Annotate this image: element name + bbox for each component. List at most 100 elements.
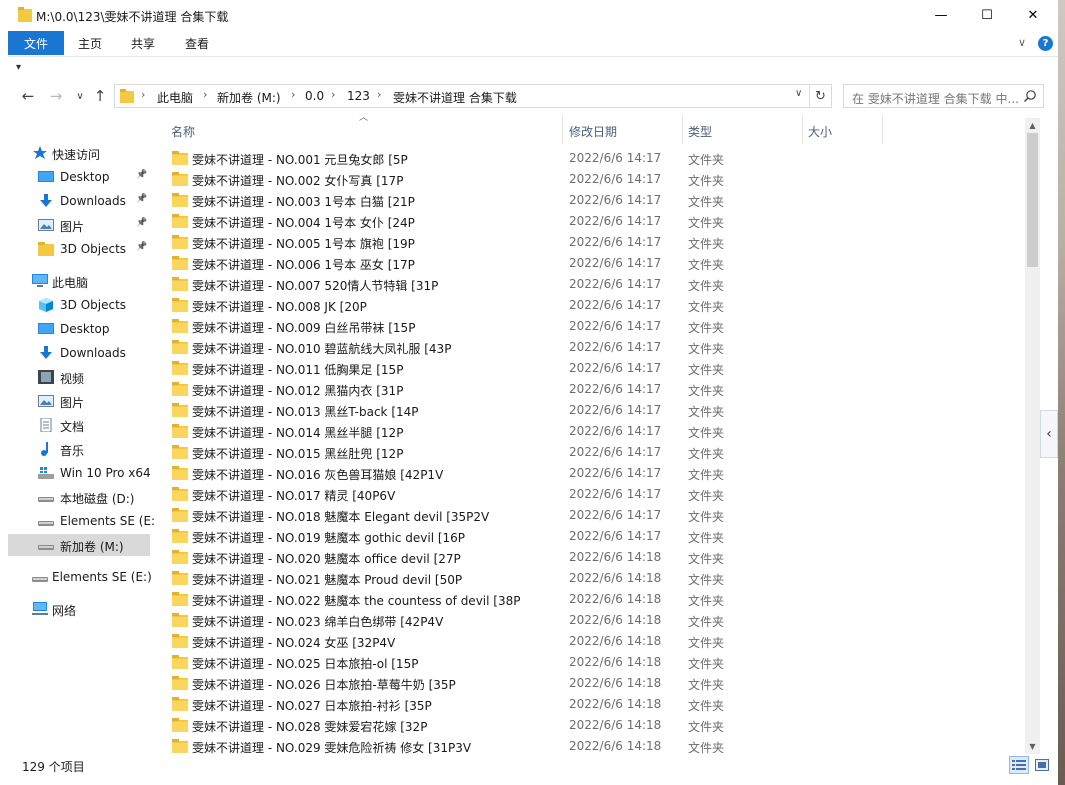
forward-button[interactable]: → (46, 86, 66, 106)
file-row[interactable]: 雯妹不讲道理 - NO.025 日本旅拍-ol [15P 2022/6/6 14:… (170, 652, 980, 673)
sidebar-item[interactable]: 视频 (8, 366, 150, 388)
breadcrumb-folder-123[interactable]: 123 (347, 89, 370, 103)
file-row[interactable]: 雯妹不讲道理 - NO.022 魅魔本 the countess of devi… (170, 589, 980, 610)
sidebar-item[interactable]: Downloads 📌 (8, 190, 150, 212)
file-row[interactable]: 雯妹不讲道理 - NO.008 JK [20P 2022/6/6 14:17 文件夹 (170, 295, 980, 316)
file-list[interactable]: ︿ 名称 修改日期 类型 大小 雯妹不讲道理 - NO.001 元旦兔女郎 [5… (156, 110, 1026, 754)
column-header-name[interactable]: 名称 (171, 118, 195, 144)
file-row[interactable]: 雯妹不讲道理 - NO.016 灰色兽耳猫娘 [42P1V 2022/6/6 14… (170, 463, 980, 484)
sidebar-item[interactable]: Win 10 Pro x64 (8, 462, 151, 484)
file-type: 文件夹 (688, 342, 725, 356)
sidebar-item[interactable]: 文档 (8, 414, 150, 436)
search-input[interactable]: 在 雯妹不讲道理 合集下载 中... (843, 84, 1044, 108)
file-row[interactable]: 雯妹不讲道理 - NO.003 1号本 白猫 [21P 2022/6/6 14:1… (170, 190, 980, 211)
download-icon (38, 194, 54, 208)
sidebar-item[interactable]: 快速访问 (8, 142, 150, 164)
large-icons-view-button[interactable] (1032, 756, 1052, 774)
sidebar-item-label: 本地磁盘 (D:) (60, 492, 135, 506)
sidebar-item[interactable]: 图片 (8, 390, 150, 412)
quick-access-toolbar-dropdown[interactable]: ▾ (16, 62, 21, 73)
column-header-modified[interactable]: 修改日期 (569, 118, 617, 144)
column-header-type[interactable]: 类型 (688, 118, 712, 144)
file-row[interactable]: 雯妹不讲道理 - NO.027 日本旅拍-衬衫 [35P 2022/6/6 14:… (170, 694, 980, 715)
file-row[interactable]: 雯妹不讲道理 - NO.020 魅魔本 office devil [27P 202… (170, 547, 980, 568)
column-divider[interactable] (802, 116, 803, 144)
address-history-dropdown[interactable]: ∨ (795, 88, 802, 99)
file-row[interactable]: 雯妹不讲道理 - NO.004 1号本 女仆 [24P 2022/6/6 14:1… (170, 211, 980, 232)
tab-view[interactable]: 查看 (176, 31, 218, 55)
file-row[interactable]: 雯妹不讲道理 - NO.007 520情人节特辑 [31P 2022/6/6 14… (170, 274, 980, 295)
breadcrumb-drive[interactable]: 新加卷 (M:) (217, 89, 281, 106)
column-divider[interactable] (562, 116, 563, 144)
back-button[interactable]: ← (18, 86, 38, 106)
address-bar[interactable]: › 此电脑 › 新加卷 (M:) › 0.0 › 123 › 雯妹不讲道理 合集… (114, 84, 810, 108)
tab-home[interactable]: 主页 (70, 31, 110, 55)
minimize-button[interactable]: — (918, 0, 964, 31)
file-row[interactable]: 雯妹不讲道理 - NO.029 雯妹危险祈祷 修女 [31P3V 2022/6/6… (170, 736, 980, 754)
breadcrumb-separator[interactable]: › (377, 88, 381, 101)
column-divider[interactable] (682, 116, 683, 144)
scrollbar-thumb[interactable] (1027, 133, 1038, 267)
file-row[interactable]: 雯妹不讲道理 - NO.021 魅魔本 Proud devil [50P 2022… (170, 568, 980, 589)
breadcrumb-this-pc[interactable]: 此电脑 (157, 89, 193, 106)
help-button[interactable]: ? (1038, 36, 1053, 51)
sidebar-item[interactable]: 此电脑 (8, 270, 150, 292)
file-row[interactable]: 雯妹不讲道理 - NO.011 低胸果足 [15P 2022/6/6 14:17 文… (170, 358, 980, 379)
sidebar-item-label: 新加卷 (M:) (60, 540, 124, 554)
search-icon[interactable] (1023, 89, 1037, 103)
sidebar-item[interactable]: Downloads (8, 342, 150, 364)
scroll-up-button[interactable]: ▲ (1025, 118, 1040, 133)
breadcrumb-separator[interactable]: › (331, 88, 335, 101)
sidebar-item[interactable]: Desktop 📌 (8, 166, 150, 188)
file-name: 雯妹不讲道理 - NO.007 520情人节特辑 [31P (192, 279, 439, 293)
preview-pane-toggle[interactable]: ‹ (1040, 410, 1058, 458)
file-row[interactable]: 雯妹不讲道理 - NO.026 日本旅拍-草莓牛奶 [35P 2022/6/6 1… (170, 673, 980, 694)
tab-share[interactable]: 共享 (122, 31, 164, 55)
sidebar-item[interactable]: Desktop (8, 318, 150, 340)
tab-file[interactable]: 文件 (8, 31, 64, 55)
recent-locations-button[interactable]: ∨ (70, 86, 90, 106)
breadcrumb-separator[interactable]: › (291, 88, 295, 101)
file-row[interactable]: 雯妹不讲道理 - NO.014 黑丝半腿 [12P 2022/6/6 14:17 文… (170, 421, 980, 442)
sidebar-item[interactable]: 网络 (8, 598, 150, 620)
file-row[interactable]: 雯妹不讲道理 - NO.009 白丝吊带袜 [15P 2022/6/6 14:17… (170, 316, 980, 337)
file-row[interactable]: 雯妹不讲道理 - NO.002 女仆写真 [17P 2022/6/6 14:17 文… (170, 169, 980, 190)
file-row[interactable]: 雯妹不讲道理 - NO.013 黑丝T-back [14P 2022/6/6 14… (170, 400, 980, 421)
breadcrumb-current-folder[interactable]: 雯妹不讲道理 合集下载 (393, 89, 517, 106)
file-row[interactable]: 雯妹不讲道理 - NO.001 元旦兔女郎 [5P 2022/6/6 14:17 文… (170, 148, 980, 169)
details-view-button[interactable] (1009, 756, 1029, 774)
file-row[interactable]: 雯妹不讲道理 - NO.017 精灵 [40P6V 2022/6/6 14:17 文… (170, 484, 980, 505)
breadcrumb-folder-0-0[interactable]: 0.0 (305, 89, 324, 103)
file-row[interactable]: 雯妹不讲道理 - NO.024 女巫 [32P4V 2022/6/6 14:18 文… (170, 631, 980, 652)
sidebar-item[interactable]: 新加卷 (M:) (8, 534, 150, 556)
refresh-button[interactable]: ↻ (810, 84, 832, 108)
file-row[interactable]: 雯妹不讲道理 - NO.015 黑丝肚兜 [12P 2022/6/6 14:17 文… (170, 442, 980, 463)
sidebar-item[interactable]: 音乐 (8, 438, 150, 460)
breadcrumb-separator[interactable]: › (203, 88, 207, 101)
file-row[interactable]: 雯妹不讲道理 - NO.023 绵羊白色绑带 [42P4V 2022/6/6 14… (170, 610, 980, 631)
sidebar-item[interactable]: Elements SE (E:) (8, 566, 152, 588)
file-row[interactable]: 雯妹不讲道理 - NO.018 魅魔本 Elegant devil [35P2V… (170, 505, 980, 526)
up-button[interactable]: ↑ (90, 86, 110, 106)
close-button[interactable]: ✕ (1010, 0, 1056, 31)
vertical-scrollbar[interactable]: ▲ ▼ (1025, 118, 1040, 754)
sidebar-item[interactable]: 本地磁盘 (D:) (8, 486, 150, 508)
sidebar-item[interactable]: 图片 📌 (8, 214, 150, 236)
file-row[interactable]: 雯妹不讲道理 - NO.006 1号本 巫女 [17P 2022/6/6 14:1… (170, 253, 980, 274)
scroll-down-button[interactable]: ▼ (1025, 739, 1040, 754)
column-divider[interactable] (882, 116, 883, 144)
file-row[interactable]: 雯妹不讲道理 - NO.005 1号本 旗袍 [19P 2022/6/6 14:1… (170, 232, 980, 253)
sidebar-item[interactable]: Elements SE (E: (8, 510, 154, 532)
sidebar-item[interactable]: 3D Objects (8, 294, 150, 316)
maximize-button[interactable]: ☐ (964, 0, 1010, 31)
folder-icon (172, 382, 188, 396)
file-row[interactable]: 雯妹不讲道理 - NO.019 魅魔本 gothic devil [16P 202… (170, 526, 980, 547)
breadcrumb-separator[interactable]: › (141, 88, 145, 101)
file-row[interactable]: 雯妹不讲道理 - NO.010 碧蓝航线大凤礼服 [43P 2022/6/6 14… (170, 337, 980, 358)
ribbon-expand-button[interactable]: ∨ (1018, 36, 1026, 49)
file-row[interactable]: 雯妹不讲道理 - NO.012 黑猫内衣 [31P 2022/6/6 14:17 文… (170, 379, 980, 400)
navigation-pane[interactable]: 快速访问 Desktop 📌 Downloads 📌 图片 📌 3D Objects 📌 此电脑 3… (8, 118, 154, 754)
sidebar-item[interactable]: 3D Objects 📌 (8, 238, 150, 260)
file-row[interactable]: 雯妹不讲道理 - NO.028 雯妹爱宕花嫁 [32P 2022/6/6 14:1… (170, 715, 980, 736)
column-header-size[interactable]: 大小 (808, 118, 832, 144)
